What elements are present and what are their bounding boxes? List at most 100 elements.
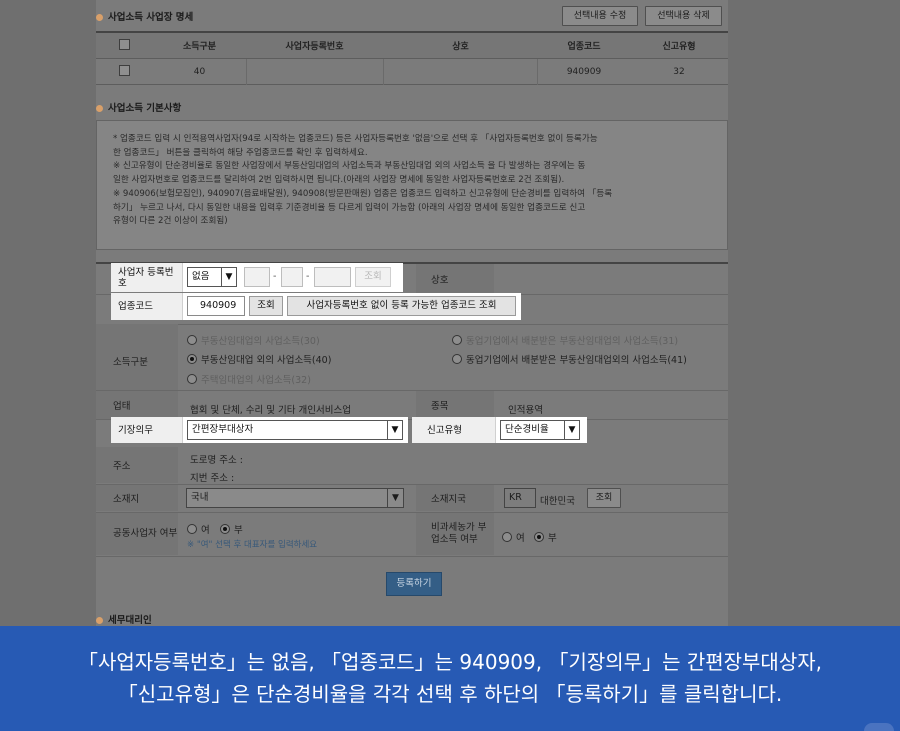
chevron-down-icon: ▼ xyxy=(221,268,236,286)
joint-no-option[interactable]: 부 xyxy=(220,522,243,536)
radio-selected-icon xyxy=(534,532,544,542)
joint-no-text: 부 xyxy=(234,525,243,536)
reg-no-part3 xyxy=(314,267,351,287)
basic-section-title: 사업소득 기본사항 xyxy=(96,100,181,114)
report-type-select[interactable]: 단순경비율 ▼ xyxy=(500,420,580,440)
radio-icon xyxy=(187,374,197,384)
edit-selected-button[interactable]: 선택내용 수정 xyxy=(562,6,638,26)
report-type-row-highlight: 신고유형 단순경비율 ▼ xyxy=(412,417,587,443)
farm-yes-text: 여 xyxy=(516,533,525,544)
reg-no-part1 xyxy=(244,267,270,287)
radio-icon xyxy=(502,532,512,542)
income-type-label: 소득구분 xyxy=(96,324,178,398)
tax-agent-title-text: 세무대리인 xyxy=(108,615,152,626)
reg-no-select-value: 없음 xyxy=(192,271,210,282)
bullet-icon xyxy=(96,105,103,112)
country-label: 소재지국 xyxy=(416,485,494,511)
bookkeeping-row-highlight: 기장의무 간편장부대상자 ▼ xyxy=(111,417,408,443)
cell-trade-name xyxy=(383,58,538,85)
location-select-value: 국내 xyxy=(191,492,209,503)
notice-line: 하기」 누르고 나서, 다시 동일한 내용을 입력후 기준경비율 등 다르게 입… xyxy=(113,202,586,213)
page-backdrop: 사업소득 사업장 명세 선택내용 수정 선택내용 삭제 소득구분 사업자등록번호… xyxy=(0,0,900,626)
radio-icon xyxy=(187,335,197,345)
item-label: 종목 xyxy=(416,391,494,419)
bookkeeping-select-value: 간편장부대상자 xyxy=(192,424,254,435)
business-section-title-text: 사업소득 사업장 명세 xyxy=(108,12,194,23)
col-trade-name: 상호 xyxy=(452,42,469,52)
item-value: 인적용역 xyxy=(508,405,543,416)
farm-income-label: 비과세농가 부업소득 여부 xyxy=(416,513,494,555)
notice-line: ※ 940906(보험모집인), 940907(음료배달원), 940908(방… xyxy=(113,188,613,199)
income-option-32: 주택임대업의 사업소득(32) xyxy=(187,372,311,386)
nonreg-industry-lookup-button[interactable]: 사업자등록번호 없이 등록 가능한 업종코드 조회 xyxy=(287,296,516,316)
basic-section-title-text: 사업소득 기본사항 xyxy=(108,103,182,114)
business-type-label: 업태 xyxy=(96,391,178,419)
select-all-checkbox[interactable] xyxy=(119,38,130,50)
col-income-type: 소득구분 xyxy=(182,42,217,52)
joint-yes-text: 여 xyxy=(201,525,210,536)
location-label: 소재지 xyxy=(96,485,178,511)
reg-no-part2 xyxy=(281,267,303,287)
report-type-label: 신고유형 xyxy=(412,417,496,443)
bookkeeping-select[interactable]: 간편장부대상자 ▼ xyxy=(187,420,403,440)
col-reg-no: 사업자등록번호 xyxy=(285,42,344,52)
country-code-field[interactable]: KR xyxy=(504,488,536,508)
business-table: 소득구분 사업자등록번호 상호 업종코드 신고유형 40 940909 32 xyxy=(96,31,728,85)
radio-selected-icon xyxy=(187,354,197,364)
table-header: 소득구분 사업자등록번호 상호 업종코드 신고유형 xyxy=(96,33,728,59)
income-option-30-text: 부동산임대업의 사업소득(30) xyxy=(201,336,320,347)
business-section-title: 사업소득 사업장 명세 xyxy=(96,9,193,23)
reg-no-select[interactable]: 없음 ▼ xyxy=(187,267,237,287)
cell-industry-code: 940909 xyxy=(566,66,602,77)
address-label: 주소 xyxy=(96,447,178,483)
business-type-value: 협회 및 단체, 수리 및 기타 개인서비스업 xyxy=(190,405,351,416)
row-checkbox[interactable] xyxy=(119,64,130,76)
radio-icon xyxy=(452,354,462,364)
col-report-type: 신고유형 xyxy=(662,42,696,52)
table-row[interactable]: 40 940909 32 xyxy=(96,58,728,85)
chevron-down-icon: ▼ xyxy=(564,421,579,439)
joint-hint: ※ "여" 선택 후 대표자를 입력하세요 xyxy=(187,540,318,550)
industry-code-field[interactable]: 940909 xyxy=(187,296,245,316)
delete-selected-button[interactable]: 선택내용 삭제 xyxy=(645,6,722,26)
lot-address: 지번 주소 : xyxy=(190,473,235,484)
radio-selected-icon xyxy=(220,524,230,534)
chevron-down-icon: ▼ xyxy=(387,421,402,439)
main-content: 사업소득 사업장 명세 선택내용 수정 선택내용 삭제 소득구분 사업자등록번호… xyxy=(96,0,728,626)
notice-box: * 업종코드 입력 시 인적용역사업자(94로 시작하는 업종코드) 등은 사업… xyxy=(96,120,728,250)
income-option-40[interactable]: 부동산임대업 외의 사업소득(40) xyxy=(187,352,331,366)
tax-agent-section-title: 세무대리인 xyxy=(96,612,152,626)
income-option-41[interactable]: 동업기업에서 배분받은 부동산임대업외의 사업소득(41) xyxy=(452,352,687,366)
income-option-31-text: 동업기업에서 배분받은 부동산임대업의 사업소득(31) xyxy=(466,336,679,347)
bullet-icon xyxy=(96,14,103,21)
bullet-icon xyxy=(96,617,103,624)
reg-no-lookup-button: 조회 xyxy=(355,267,391,287)
col-industry-code: 업종코드 xyxy=(567,42,601,52)
joint-label: 공동사업자 여부 xyxy=(96,513,178,555)
farm-no-option[interactable]: 부 xyxy=(534,530,557,544)
notice-line: * 업종코드 입력 시 인적용역사업자(94로 시작하는 업종코드) 등은 사업… xyxy=(113,134,598,144)
income-option-31: 동업기업에서 배분받은 부동산임대업의 사업소득(31) xyxy=(452,333,678,347)
industry-code-row-highlight: 업종코드 940909 조회 사업자등록번호 없이 등록 가능한 업종코드 조회 xyxy=(111,293,521,320)
industry-code-label: 업종코드 xyxy=(111,293,183,320)
corner-decoration xyxy=(864,723,894,731)
notice-line: 일한 사업자번호로 업종코드를 달리하여 2번 입력하시면 됩니다.(아래의 사… xyxy=(113,175,565,186)
farm-yes-option[interactable]: 여 xyxy=(502,530,525,544)
income-option-32-text: 주택임대업의 사업소득(32) xyxy=(201,375,311,386)
income-option-41-text: 동업기업에서 배분받은 부동산임대업외의 사업소득(41) xyxy=(466,355,687,366)
reg-no-label: 사업자 등록번호 xyxy=(111,263,183,292)
notice-line: 유형이 다른 2건 이상이 조회됨) xyxy=(113,216,228,227)
industry-lookup-button[interactable]: 조회 xyxy=(249,296,283,316)
country-lookup-button[interactable]: 조회 xyxy=(587,488,621,508)
reg-no-row-highlight: 사업자 등록번호 없음 ▼ - - 조회 xyxy=(111,263,403,292)
joint-yes-option[interactable]: 여 xyxy=(187,522,210,536)
cell-report-type: 32 xyxy=(673,66,685,77)
radio-icon xyxy=(452,335,462,345)
caption-line-2: 「신고유형」은 단순경비율을 각각 선택 후 하단의 「등록하기」를 클릭합니다… xyxy=(117,682,783,706)
register-button[interactable]: 등록하기 xyxy=(386,572,442,596)
chevron-down-icon: ▼ xyxy=(387,489,403,507)
location-select[interactable]: 국내 ▼ xyxy=(186,488,404,508)
road-address: 도로명 주소 : xyxy=(190,455,243,466)
farm-no-text: 부 xyxy=(548,533,557,544)
cell-reg-no xyxy=(246,58,383,85)
